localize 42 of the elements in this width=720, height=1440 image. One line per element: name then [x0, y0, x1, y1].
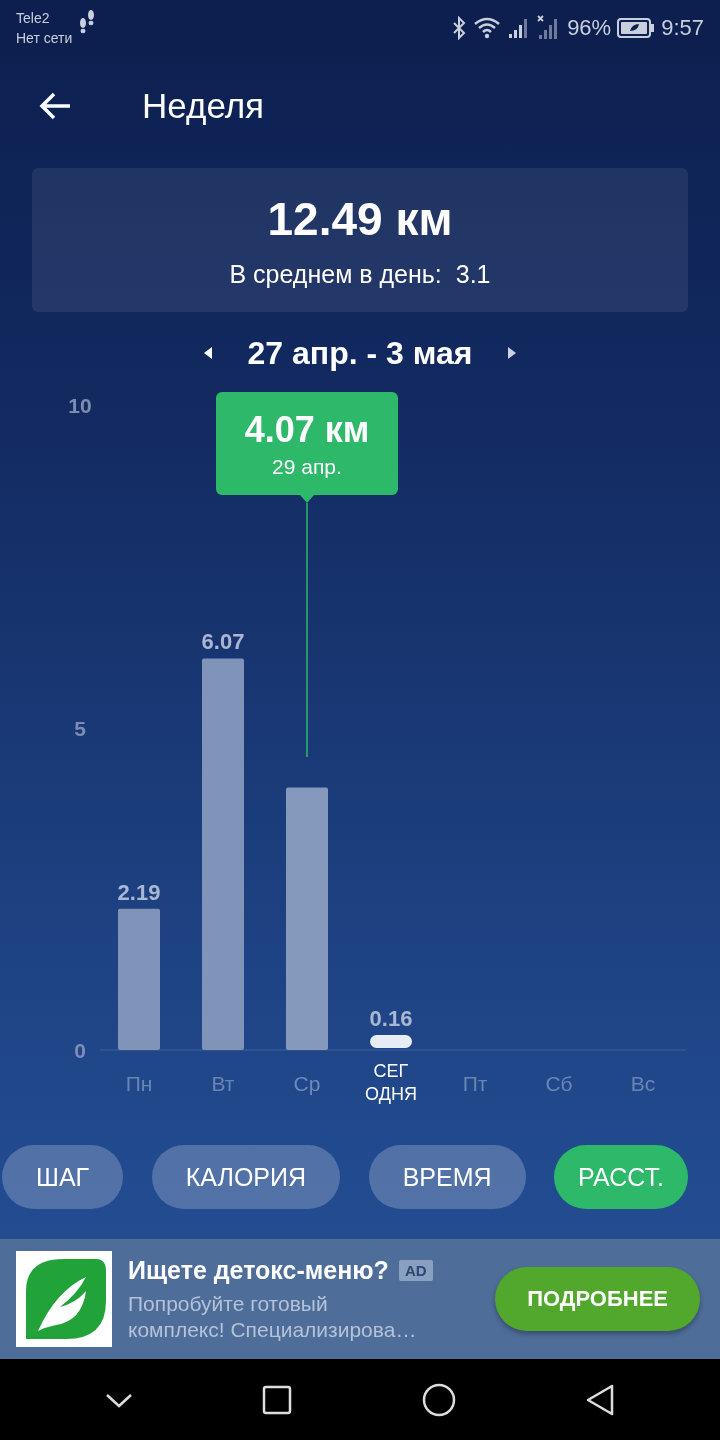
tooltip-date: 29 апр. [272, 454, 342, 479]
battery-percent: 96% [567, 15, 612, 41]
more-button[interactable]: ПОДРОБНЕЕ [495, 1267, 700, 1331]
page-title: Неделя [142, 86, 265, 126]
bar-value-label: 0.16 [369, 1006, 413, 1031]
back-arrow-icon [38, 91, 72, 121]
metric-tab[interactable]: РАССТ. [554, 1145, 688, 1209]
metric-tab[interactable]: КАЛОРИЯ [151, 1145, 341, 1209]
day-label: СЕГ ОДНЯ [365, 1061, 417, 1104]
metric-tab[interactable]: ШАГ [2, 1145, 124, 1209]
back-button[interactable] [38, 91, 72, 121]
bar-value-label: 2.19 [117, 879, 161, 905]
axis-tick-label: 0 [74, 1039, 86, 1062]
carrier-name: Tele2 [16, 9, 51, 28]
day-label: Вс [630, 1072, 656, 1095]
day-label: Ср [293, 1072, 321, 1095]
day-label: Сб [545, 1072, 573, 1095]
bluetooth-icon [451, 16, 468, 40]
battery-icon [617, 17, 656, 39]
day-label: Пт [462, 1072, 488, 1095]
metric-tab[interactable]: ВРЕМЯ [368, 1145, 526, 1209]
ad-badge: AD [398, 1259, 433, 1281]
leaf-logo-icon [16, 1251, 112, 1347]
date-range: 27 апр. - 3 мая [247, 334, 473, 372]
wifi-icon [473, 16, 502, 40]
total-distance: 12.49 км [267, 191, 453, 246]
average-value: 3.1 [455, 259, 491, 289]
day-label: Пн [125, 1072, 153, 1095]
axis-tick-label: 5 [74, 716, 86, 740]
tooltip-value: 4.07 км [244, 408, 370, 451]
circle-icon[interactable] [420, 1381, 457, 1418]
day-label: Вт [211, 1072, 235, 1095]
clock: 9:57 [661, 15, 704, 41]
bar-value-label: 6.07 [201, 629, 245, 655]
square-icon[interactable] [261, 1383, 294, 1416]
footprints-icon [78, 8, 97, 34]
axis-tick-label: 10 [68, 394, 92, 417]
ad-title: Ищете детокс-меню? [128, 1255, 389, 1285]
ad-description: Попробуйте готовый комплекс! Специализирова… [128, 1290, 418, 1343]
average-label: В среднем в день: [229, 259, 442, 289]
chart-bar[interactable] [370, 1035, 412, 1048]
network-status: Нет сети [16, 29, 73, 48]
